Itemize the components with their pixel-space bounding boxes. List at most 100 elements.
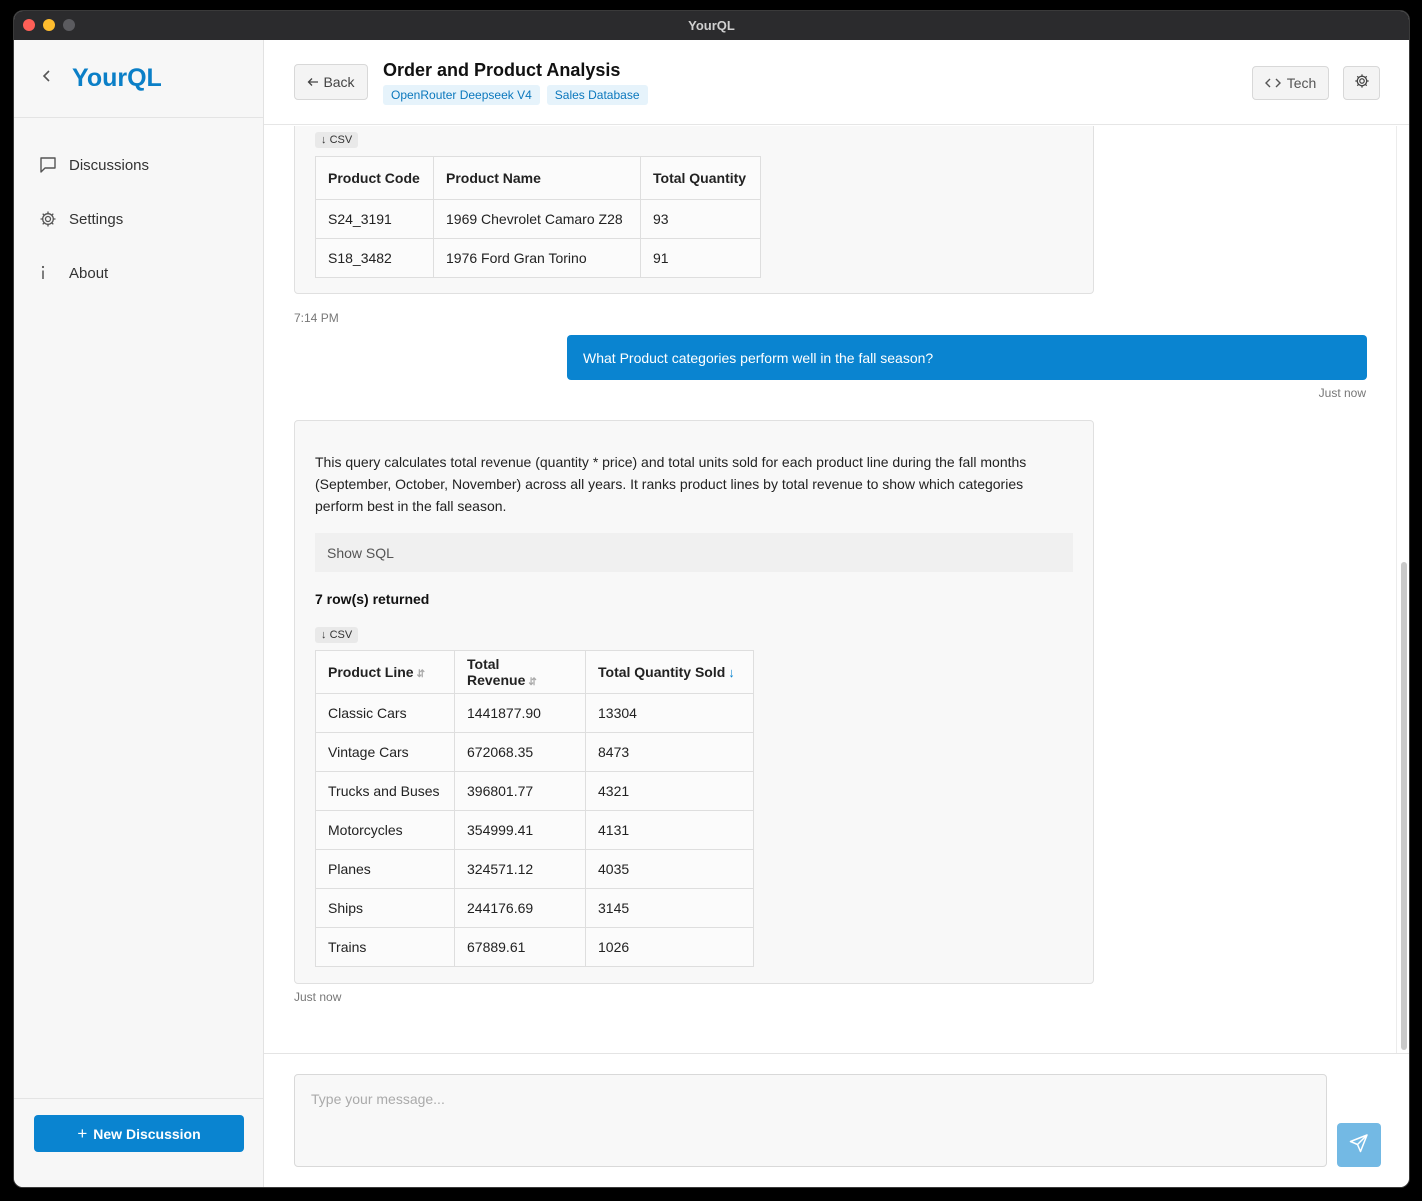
gear-icon <box>1354 73 1370 94</box>
csv-download-button[interactable]: ↓ CSV <box>315 627 359 643</box>
sidebar-item-label: Discussions <box>69 156 150 174</box>
message-timestamp: 7:14 PM <box>294 311 339 325</box>
app-window: YourQL YourQL Discussions Settings About… <box>13 10 1410 1188</box>
rows-returned-label: 7 row(s) returned <box>315 591 430 607</box>
main-panel: Back Order and Product Analysis OpenRout… <box>264 40 1409 1187</box>
sidebar-divider <box>14 1098 263 1099</box>
close-window-button[interactable] <box>23 19 35 31</box>
table-cell: 91 <box>640 238 761 278</box>
sidebar: YourQL Discussions Settings About + New … <box>14 40 264 1187</box>
result-table: Product Line ⇵ Total Revenue ⇵ Total Quant… <box>315 650 754 967</box>
column-header-product-line[interactable]: Product Line ⇵ <box>315 650 455 694</box>
column-header-total-revenue[interactable]: Total Revenue ⇵ <box>454 650 586 694</box>
table-cell: Trucks and Buses <box>315 771 455 811</box>
sidebar-item-label: About <box>69 264 109 282</box>
result-table: Product Code Product Name Total Quantity… <box>315 156 761 278</box>
table-cell: Ships <box>315 888 455 928</box>
zoom-window-button[interactable] <box>63 19 75 31</box>
table-row: Vintage Cars 672068.35 8473 <box>315 732 754 772</box>
back-label: Back <box>323 74 355 90</box>
assistant-answer-card: This query calculates total revenue (qua… <box>294 420 1094 984</box>
database-tag: Sales Database <box>546 85 648 105</box>
table-cell: 8473 <box>585 732 754 772</box>
title-bar: YourQL <box>14 11 1409 40</box>
chat-bubble-icon <box>39 156 69 174</box>
sidebar-item-about[interactable]: About <box>14 246 263 300</box>
table-row: S18_3482 1976 Ford Gran Torino 91 <box>315 238 761 278</box>
table-cell: S18_3482 <box>315 238 434 278</box>
message-list[interactable]: ↓ CSV Product Code Product Name Total Qu… <box>264 126 1409 1053</box>
column-header[interactable]: Product Name <box>433 156 641 200</box>
model-tag: OpenRouter Deepseek V4 <box>383 85 540 105</box>
conversation-settings-button[interactable] <box>1343 66 1380 100</box>
table-cell: 1026 <box>585 927 754 967</box>
page-title: Order and Product Analysis <box>383 60 621 80</box>
tag-list: OpenRouter Deepseek V4 Sales Database <box>383 85 648 105</box>
arrow-left-icon <box>307 74 319 90</box>
sidebar-nav: Discussions Settings About <box>14 118 263 300</box>
minimize-window-button[interactable] <box>43 19 55 31</box>
scroll-track <box>1396 126 1397 1053</box>
new-discussion-button[interactable]: + New Discussion <box>34 1115 244 1152</box>
new-discussion-label: New Discussion <box>93 1125 201 1142</box>
table-cell: 3145 <box>585 888 754 928</box>
table-cell: 672068.35 <box>454 732 586 772</box>
table-cell: 4131 <box>585 810 754 850</box>
table-cell: Trains <box>315 927 455 967</box>
table-cell: 396801.77 <box>454 771 586 811</box>
gear-icon <box>39 210 69 228</box>
table-cell: 354999.41 <box>454 810 586 850</box>
table-cell: Classic Cars <box>315 693 455 733</box>
table-row: Motorcycles 354999.41 4131 <box>315 810 754 850</box>
message-input[interactable] <box>294 1074 1327 1167</box>
table-row: Planes 324571.12 4035 <box>315 849 754 889</box>
send-icon <box>1349 1133 1369 1158</box>
table-cell: 93 <box>640 199 761 239</box>
table-cell: 1969 Chevrolet Camaro Z28 <box>433 199 641 239</box>
sort-descending-icon[interactable]: ↓ <box>728 665 735 680</box>
info-icon <box>39 264 69 282</box>
sort-icon[interactable]: ⇵ <box>528 677 536 688</box>
message-composer <box>264 1053 1409 1187</box>
column-header[interactable]: Product Code <box>315 156 434 200</box>
table-cell: 1976 Ford Gran Torino <box>433 238 641 278</box>
table-cell: 244176.69 <box>454 888 586 928</box>
table-cell: Planes <box>315 849 455 889</box>
send-button[interactable] <box>1337 1123 1381 1167</box>
scrollbar-thumb[interactable] <box>1401 562 1407 1050</box>
table-body: Classic Cars 1441877.90 13304 Vintage Cars 6… <box>315 693 754 967</box>
csv-download-button[interactable]: ↓ CSV <box>315 132 359 148</box>
table-cell: 4321 <box>585 771 754 811</box>
sidebar-brand: YourQL <box>14 40 263 118</box>
column-header[interactable]: Total Quantity <box>640 156 761 200</box>
sort-icon[interactable]: ⇵ <box>417 669 425 680</box>
tech-label: Tech <box>1286 75 1317 91</box>
table-header-row: Product Code Product Name Total Quantity <box>315 156 761 200</box>
assistant-result-card: ↓ CSV Product Code Product Name Total Qu… <box>294 126 1094 294</box>
message-timestamp: Just now <box>1318 386 1366 400</box>
conversation-header: Back Order and Product Analysis OpenRout… <box>264 40 1409 125</box>
answer-description: This query calculates total revenue (qua… <box>315 454 1027 514</box>
table-cell: 13304 <box>585 693 754 733</box>
table-row: Ships 244176.69 3145 <box>315 888 754 928</box>
column-header-total-quantity-sold[interactable]: Total Quantity Sold ↓ <box>585 650 754 694</box>
table-row: Trains 67889.61 1026 <box>315 927 754 967</box>
back-button[interactable]: Back <box>294 64 368 100</box>
table-cell: 67889.61 <box>454 927 586 967</box>
tech-button[interactable]: Tech <box>1252 66 1329 100</box>
app-logo-text: YourQL <box>72 64 162 92</box>
sidebar-item-discussions[interactable]: Discussions <box>14 138 263 192</box>
message-timestamp: Just now <box>294 990 342 1004</box>
show-sql-toggle[interactable]: Show SQL <box>315 533 1073 572</box>
table-header-row: Product Line ⇵ Total Revenue ⇵ Total Quant… <box>315 650 754 694</box>
code-icon <box>1264 75 1281 91</box>
sidebar-item-settings[interactable]: Settings <box>14 192 263 246</box>
table-row: S24_3191 1969 Chevrolet Camaro Z28 93 <box>315 199 761 239</box>
table-row: Trucks and Buses 396801.77 4321 <box>315 771 754 811</box>
table-cell: S24_3191 <box>315 199 434 239</box>
window-title: YourQL <box>688 18 735 33</box>
window-controls <box>23 19 75 31</box>
collapse-sidebar-icon[interactable] <box>42 69 72 88</box>
table-cell: 324571.12 <box>454 849 586 889</box>
sidebar-item-label: Settings <box>69 210 124 228</box>
